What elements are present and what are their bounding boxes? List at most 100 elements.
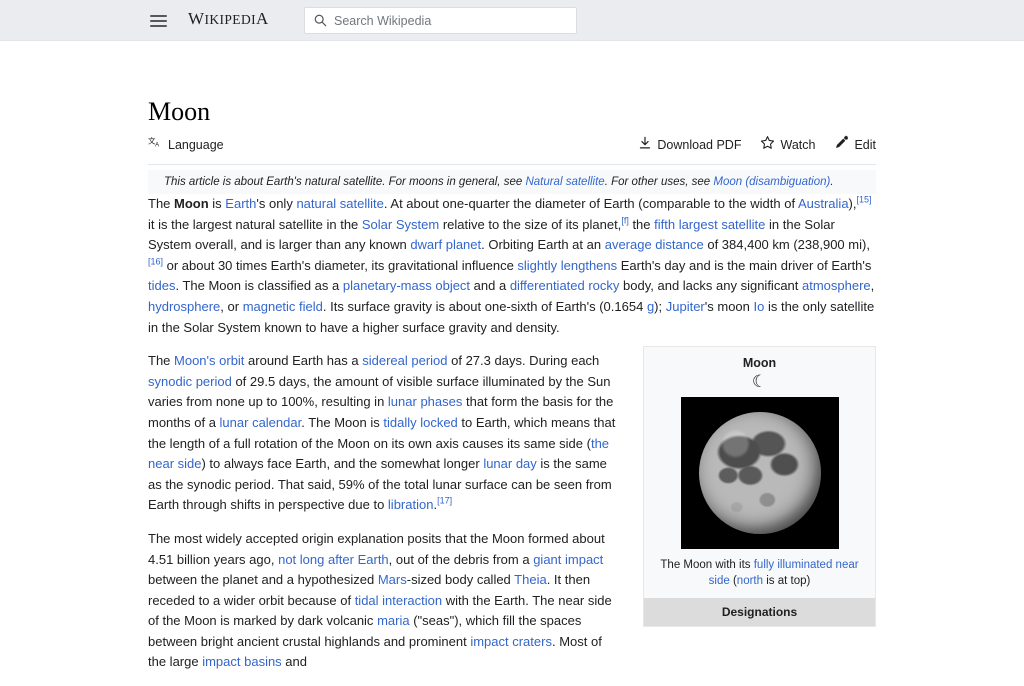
link-magnetic-field[interactable]: magnetic field: [243, 299, 323, 314]
reference-link[interactable]: [f]: [621, 215, 629, 225]
link-io[interactable]: Io: [754, 299, 765, 314]
wordmark-w: W: [188, 9, 204, 28]
hatnote-link-moon-disambiguation[interactable]: Moon (disambiguation): [713, 176, 830, 188]
link-tidal-interaction[interactable]: tidal interaction: [355, 593, 442, 608]
link-tidally-locked[interactable]: tidally locked: [383, 415, 457, 430]
text: , or: [220, 299, 242, 314]
link-not-long-after-earth[interactable]: not long after Earth: [278, 552, 389, 567]
text: between the planet and a hypothesized: [148, 572, 378, 587]
text: , out of the debris from a: [389, 552, 534, 567]
link-impact-basins[interactable]: impact basins: [202, 654, 281, 669]
link-north[interactable]: north: [737, 575, 763, 587]
search-input[interactable]: [334, 14, 554, 28]
link-jupiter[interactable]: Jupiter: [666, 299, 705, 314]
link-slightly-lengthens[interactable]: slightly lengthens: [517, 258, 617, 273]
moon-photograph[interactable]: [681, 397, 839, 549]
link-differentiated-rocky[interactable]: differentiated rocky: [510, 278, 620, 293]
text: 's moon: [705, 299, 754, 314]
text: of 384,400 km (238,900 mi),: [704, 237, 870, 252]
link-lunar-phases[interactable]: lunar phases: [388, 394, 462, 409]
text: -sized body called: [407, 572, 514, 587]
link-natural-satellite[interactable]: natural satellite: [296, 196, 383, 211]
link-planetary-mass-object[interactable]: planetary-mass object: [343, 278, 470, 293]
reference-16[interactable]: [16]: [148, 256, 163, 266]
infobox-caption: The Moon with its fully illuminated near…: [644, 556, 875, 598]
reference-f[interactable]: [f]: [621, 215, 629, 225]
language-label: Language: [168, 137, 224, 153]
link-maria[interactable]: maria: [377, 613, 410, 628]
text: of 27.3 days. During each: [448, 353, 600, 368]
link-synodic-period[interactable]: synodic period: [148, 374, 232, 389]
link-atmosphere[interactable]: atmosphere: [802, 278, 871, 293]
link-sidereal-period[interactable]: sidereal period: [362, 353, 447, 368]
hamburger-bar: [150, 15, 167, 17]
link-libration[interactable]: libration: [388, 497, 434, 512]
link-moons-orbit[interactable]: Moon's orbit: [174, 353, 244, 368]
search-box[interactable]: [304, 7, 577, 34]
text: . Orbiting Earth at an: [481, 237, 605, 252]
text: is: [209, 196, 226, 211]
link-average-distance[interactable]: average distance: [605, 237, 704, 252]
infobox-title: Moon: [644, 347, 875, 371]
reference-link[interactable]: [17]: [437, 496, 452, 506]
text: The: [148, 353, 174, 368]
caption-text: (: [730, 575, 737, 587]
link-giant-impact[interactable]: giant impact: [533, 552, 603, 567]
reference-15[interactable]: [15]: [857, 195, 872, 205]
link-solar-system[interactable]: Solar System: [362, 217, 439, 232]
link-mars[interactable]: Mars: [378, 572, 407, 587]
paragraph-3: The most widely accepted origin explanat…: [148, 529, 616, 673]
text: or about 30 times Earth's diameter, its …: [163, 258, 517, 273]
link-australia[interactable]: Australia: [798, 196, 849, 211]
moon-disc: [699, 412, 821, 534]
download-pdf-button[interactable]: Download PDF: [638, 136, 741, 154]
hatnote-text: This article is about Earth's natural sa…: [164, 176, 525, 188]
reference-link[interactable]: [15]: [857, 195, 872, 205]
text: the: [629, 217, 654, 232]
link-lunar-day[interactable]: lunar day: [483, 456, 536, 471]
text: it is the largest natural satellite in t…: [148, 217, 362, 232]
paragraph-1: The Moon is Earth's only natural satelli…: [148, 194, 876, 338]
text: The: [148, 196, 174, 211]
link-lunar-calendar[interactable]: lunar calendar: [220, 415, 302, 430]
text: . The Moon is classified as a: [175, 278, 342, 293]
language-button[interactable]: 文 A Language: [148, 135, 224, 154]
text: around Earth has a: [244, 353, 362, 368]
hatnote-link-natural-satellite[interactable]: Natural satellite: [525, 176, 604, 188]
text: . At about one-quarter the diameter of E…: [384, 196, 798, 211]
link-fifth-largest-satellite[interactable]: fifth largest satellite: [654, 217, 765, 232]
link-earth[interactable]: Earth: [225, 196, 256, 211]
star-icon: [760, 135, 775, 154]
link-dwarf-planet[interactable]: dwarf planet: [410, 237, 481, 252]
text: Earth's day and is the main driver of Ea…: [617, 258, 871, 273]
article-tools-bar: 文 A Language Download PDF: [148, 135, 876, 165]
wordmark-a: A: [256, 9, 269, 28]
download-icon: [638, 136, 652, 154]
infobox-section-header-designations: Designations: [644, 598, 875, 626]
infobox: Moon ☾ The Moon with its fully illuminat…: [643, 346, 876, 627]
edit-button[interactable]: Edit: [834, 135, 876, 154]
hamburger-menu-icon[interactable]: [146, 9, 170, 33]
link-tides[interactable]: tides: [148, 278, 175, 293]
text: . The Moon is: [301, 415, 383, 430]
search-icon: [314, 14, 327, 27]
reference-17[interactable]: [17]: [437, 496, 452, 506]
link-impact-craters[interactable]: impact craters: [470, 634, 552, 649]
text: and: [282, 654, 307, 669]
paragraph-2: The Moon's orbit around Earth has a side…: [148, 351, 616, 516]
language-icon: 文 A: [148, 135, 163, 154]
link-theia[interactable]: Theia: [514, 572, 547, 587]
text: body, and lacks any significant: [619, 278, 802, 293]
site-header: WIKIPEDIA: [0, 0, 1024, 41]
reference-link[interactable]: [16]: [148, 256, 163, 266]
text: );: [654, 299, 666, 314]
text: ,: [871, 278, 875, 293]
watch-button[interactable]: Watch: [760, 135, 815, 154]
link-hydrosphere[interactable]: hydrosphere: [148, 299, 220, 314]
wikipedia-wordmark[interactable]: WIKIPEDIA: [188, 9, 269, 29]
caption-text: is at top): [763, 575, 810, 587]
download-pdf-label: Download PDF: [657, 137, 741, 153]
text: ) to always face Earth, and the somewhat…: [201, 456, 483, 471]
infobox-image-wrap: [644, 397, 875, 556]
text: ),: [849, 196, 857, 211]
